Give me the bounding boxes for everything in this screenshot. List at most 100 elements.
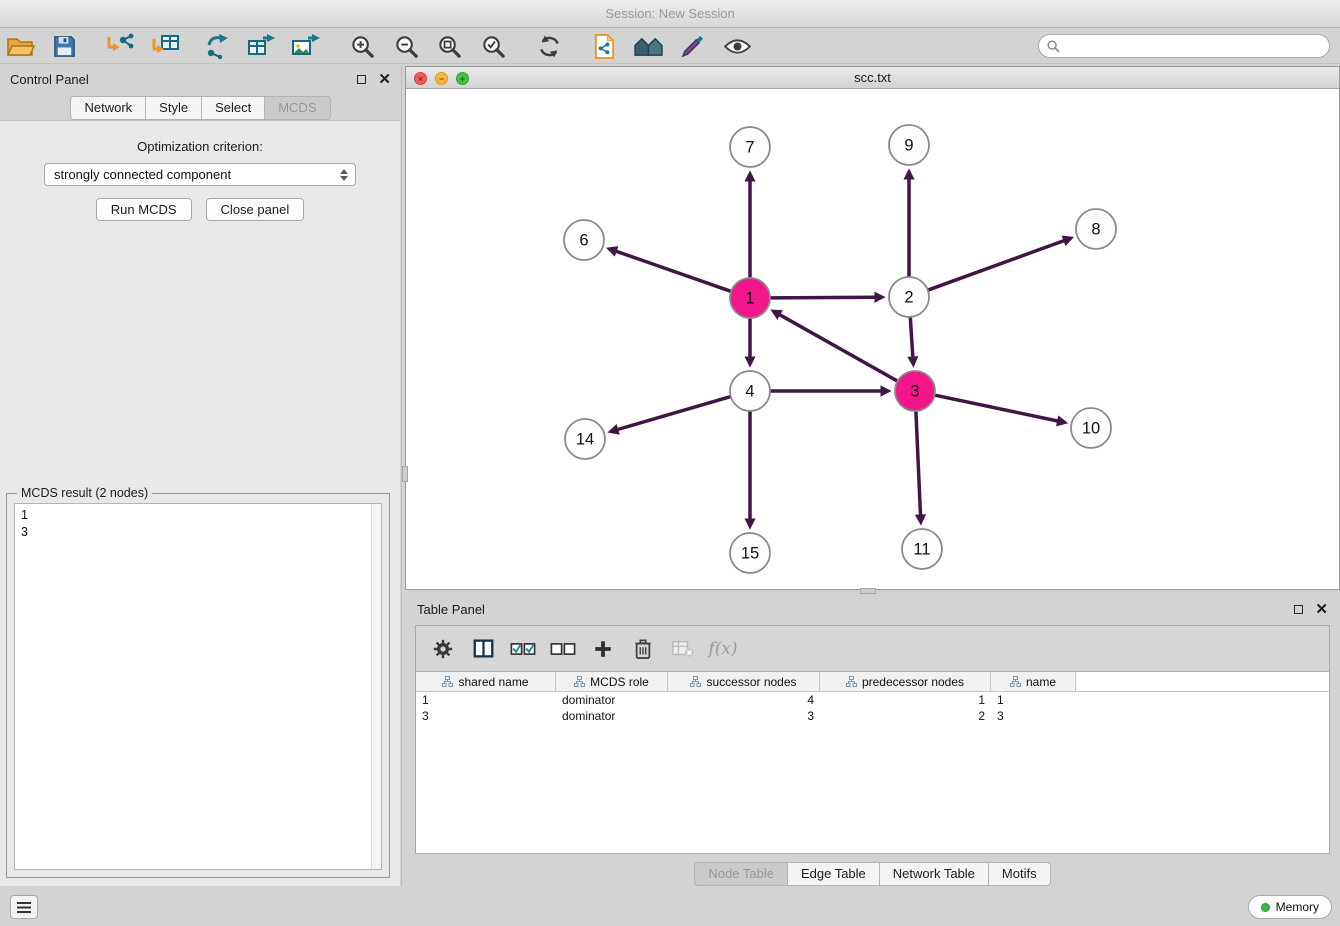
close-panel-button[interactable]: Close panel [206, 198, 305, 221]
float-table-panel-icon[interactable] [1294, 605, 1303, 614]
tab-network[interactable]: Network [70, 96, 145, 120]
svg-text:14: 14 [576, 431, 594, 449]
column-header-predecessor-nodes[interactable]: predecessor nodes [820, 672, 991, 691]
window-minimize-button[interactable]: − [435, 72, 448, 85]
close-table-panel-icon[interactable]: ✕ [1315, 605, 1328, 614]
tab-edge-table[interactable]: Edge Table [787, 862, 879, 886]
memory-label: Memory [1276, 900, 1319, 914]
delete-table-icon [671, 639, 695, 659]
status-bar: Memory [0, 890, 1340, 926]
graph-node-7[interactable]: 7 [730, 127, 770, 167]
table-cell: 1 [416, 692, 556, 708]
table-body: 1dominator4113dominator323 [416, 692, 1329, 724]
dropdown-stepper-icon [337, 169, 351, 181]
tab-mcds[interactable]: MCDS [264, 96, 330, 120]
vertical-splitter-handle[interactable] [402, 466, 408, 482]
column-header-successor-nodes[interactable]: successor nodes [668, 672, 820, 691]
zoom-selected-button[interactable] [476, 31, 510, 61]
graph-edge-3-11[interactable] [916, 412, 921, 515]
table-cell: 1 [820, 692, 991, 708]
deselect-all-columns-button[interactable] [548, 634, 578, 664]
graph-edge-1-2[interactable] [771, 297, 875, 298]
fx-icon: f(x) [708, 639, 737, 659]
pen-icon [680, 34, 705, 59]
select-all-columns-button[interactable] [508, 634, 538, 664]
column-header-shared-name[interactable]: shared name [416, 672, 556, 691]
run-mcds-button[interactable]: Run MCDS [96, 198, 192, 221]
graph-node-2[interactable]: 2 [889, 277, 929, 317]
memory-button[interactable]: Memory [1248, 895, 1332, 919]
tab-node-table[interactable]: Node Table [694, 862, 787, 886]
graph-edge-1-6[interactable] [616, 251, 730, 291]
float-panel-icon[interactable] [357, 75, 366, 84]
eye-button[interactable] [720, 31, 754, 61]
node-table-container: f(x) shared nameMCDS rolesuccessor nodes… [415, 625, 1330, 854]
table-cell: 3 [668, 708, 820, 724]
graph-edge-3-10[interactable] [936, 395, 1058, 421]
graph-node-6[interactable]: 6 [564, 220, 604, 260]
graph-node-9[interactable]: 9 [889, 125, 929, 165]
document-share-button[interactable] [587, 31, 621, 61]
optimization-criterion-select[interactable]: strongly connected component [44, 163, 356, 186]
zoom-in-icon [350, 34, 375, 59]
result-scrollbar[interactable] [371, 504, 381, 869]
pen-button[interactable] [675, 31, 709, 61]
graph-node-3[interactable]: 3 [895, 371, 935, 411]
table-cell: 4 [668, 692, 820, 708]
search-box[interactable] [1038, 34, 1330, 58]
table-row[interactable]: 1dominator411 [416, 692, 1329, 708]
refresh-button[interactable] [532, 31, 566, 61]
window-close-button[interactable]: × [414, 72, 427, 85]
panel-menu-button[interactable] [10, 895, 38, 919]
svg-text:2: 2 [904, 289, 913, 307]
tab-select[interactable]: Select [201, 96, 264, 120]
close-control-panel-icon[interactable]: ✕ [378, 75, 391, 84]
split-column-icon [473, 638, 494, 659]
houses-button[interactable] [631, 31, 665, 61]
table-settings-button[interactable] [428, 634, 458, 664]
zoom-in-button[interactable] [345, 31, 379, 61]
graph-node-14[interactable]: 14 [565, 419, 605, 459]
delete-table-button[interactable] [668, 634, 698, 664]
table-cell: dominator [556, 708, 668, 724]
search-input[interactable] [1064, 39, 1321, 53]
graph-node-8[interactable]: 8 [1076, 209, 1116, 249]
split-column-button[interactable] [468, 634, 498, 664]
save-session-button[interactable] [47, 31, 81, 61]
graph-edge-4-14[interactable] [618, 397, 730, 430]
horizontal-splitter-handle[interactable] [860, 588, 876, 594]
export-network-button[interactable] [201, 31, 235, 61]
trash-icon [633, 638, 653, 660]
import-table-button[interactable] [148, 31, 182, 61]
mcds-result-text[interactable]: 1 3 [14, 503, 382, 870]
network-view-window: × − + scc.txt 7968124314101511 [405, 66, 1340, 590]
graph-node-11[interactable]: 11 [902, 529, 942, 569]
export-image-button[interactable] [288, 31, 322, 61]
open-session-button[interactable] [4, 31, 38, 61]
column-header-MCDS-role[interactable]: MCDS role [556, 672, 668, 691]
tab-motifs[interactable]: Motifs [988, 862, 1051, 886]
list-icon [16, 901, 32, 914]
graph-node-10[interactable]: 10 [1071, 408, 1111, 448]
graph-node-4[interactable]: 4 [730, 371, 770, 411]
tab-network-table[interactable]: Network Table [879, 862, 988, 886]
export-table-button[interactable] [244, 31, 278, 61]
tab-style[interactable]: Style [145, 96, 201, 120]
add-column-button[interactable] [588, 634, 618, 664]
graph-edge-2-3[interactable] [910, 318, 912, 357]
import-network-button[interactable] [102, 31, 136, 61]
zoom-out-button[interactable] [389, 31, 423, 61]
graph-node-15[interactable]: 15 [730, 533, 770, 573]
graph-edge-2-8[interactable] [929, 241, 1064, 290]
zoom-fit-button[interactable] [432, 31, 466, 61]
graph-edge-3-1[interactable] [780, 315, 897, 381]
table-row[interactable]: 3dominator323 [416, 708, 1329, 724]
column-header-name[interactable]: name [991, 672, 1076, 691]
gear-icon [432, 638, 454, 660]
network-canvas[interactable]: 7 9 6 8 1 2 4 3 14 10 15 11 [406, 89, 1339, 589]
table-toolbar: f(x) [416, 626, 1329, 672]
window-maximize-button[interactable]: + [456, 72, 469, 85]
graph-node-1[interactable]: 1 [730, 278, 770, 318]
delete-column-button[interactable] [628, 634, 658, 664]
function-builder-button[interactable]: f(x) [708, 634, 738, 664]
